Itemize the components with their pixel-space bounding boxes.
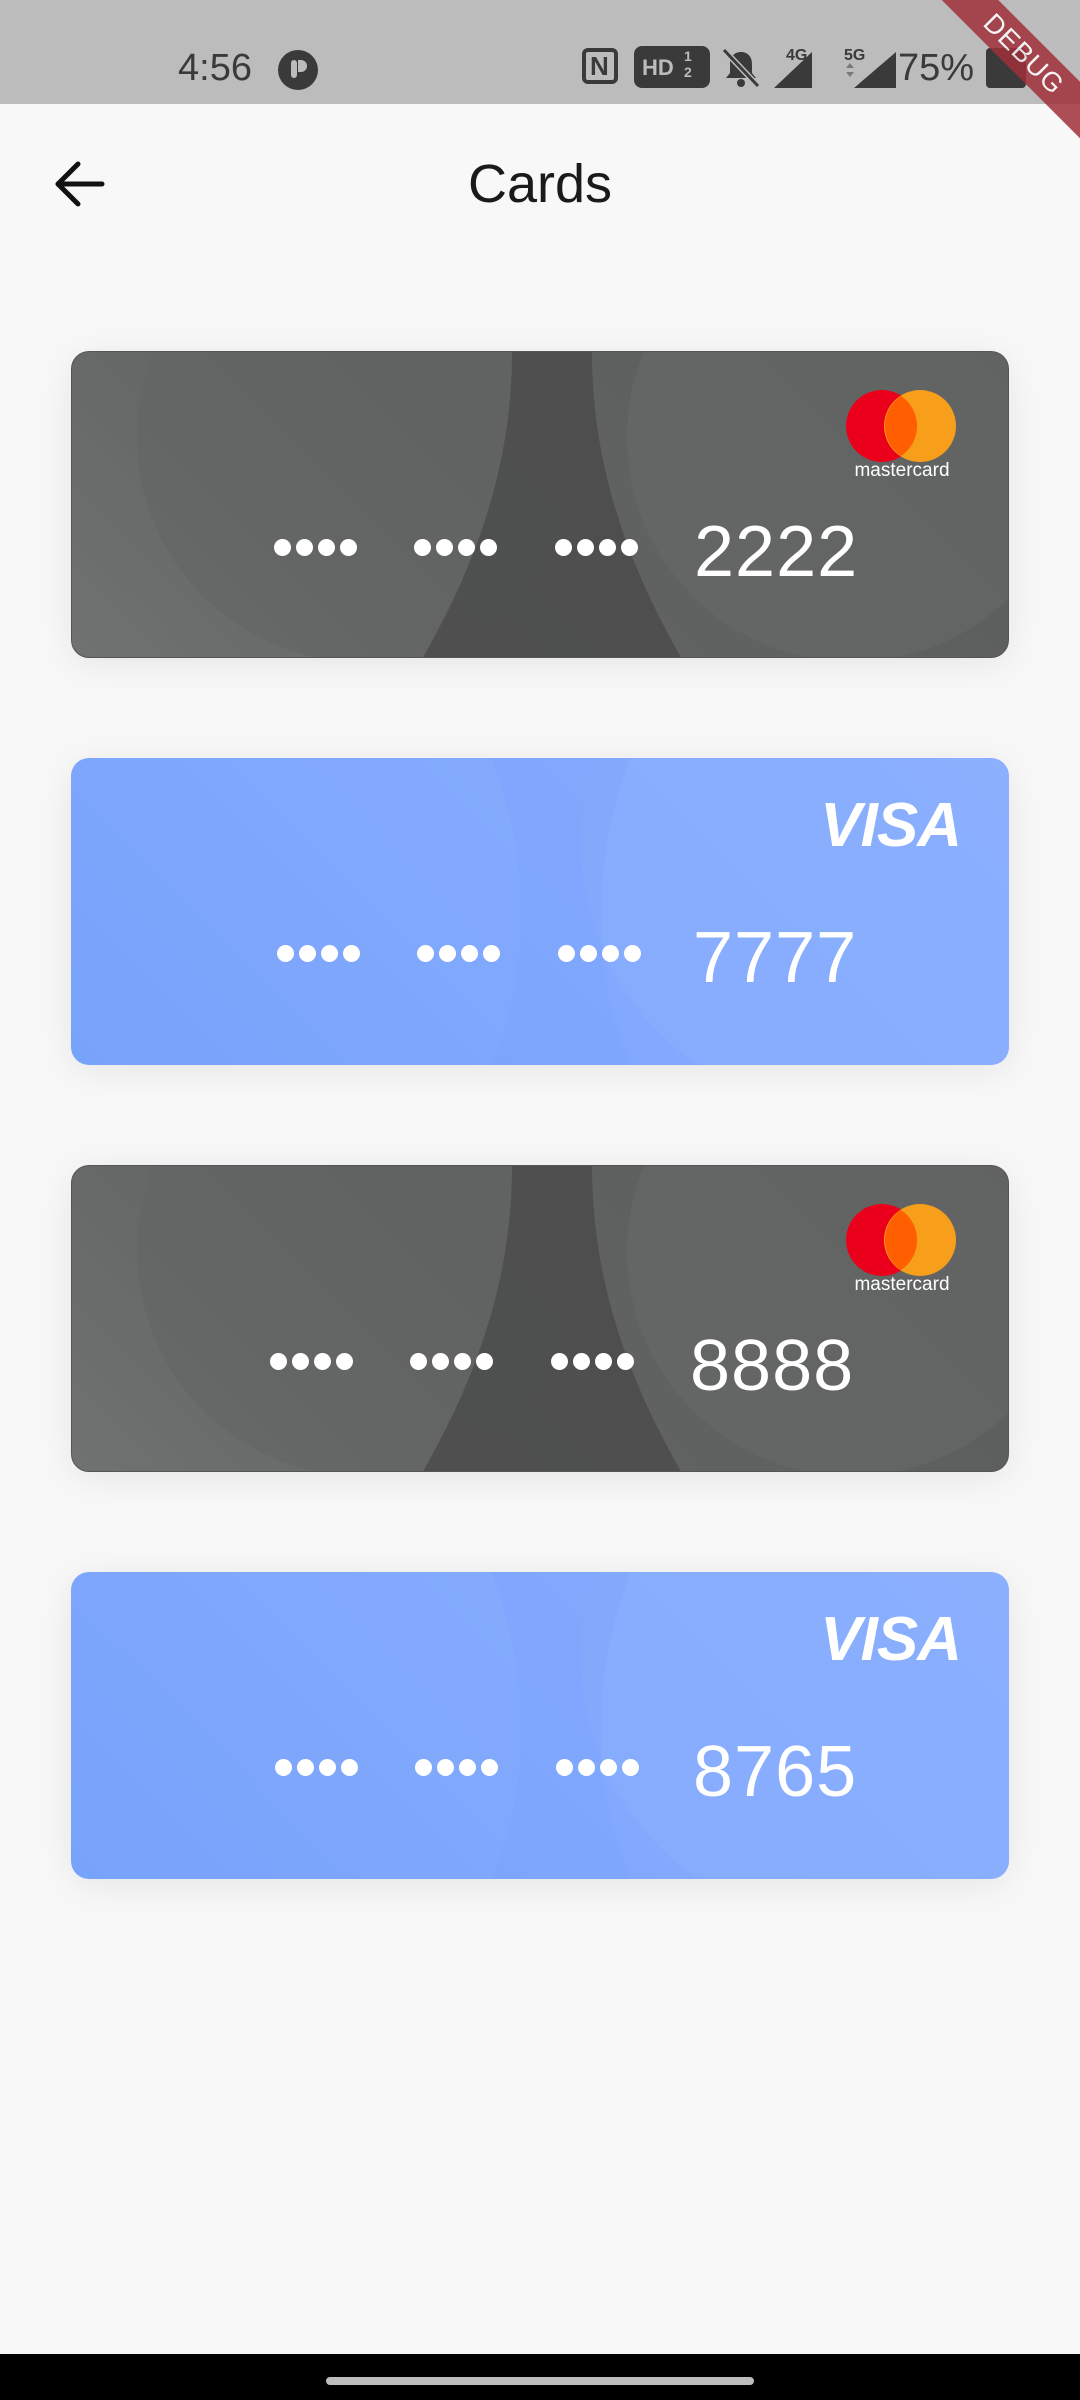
masked-group bbox=[556, 1754, 639, 1782]
status-time: 4:56 bbox=[178, 47, 252, 89]
card-number: 7777 bbox=[71, 918, 1009, 998]
card-visa-8765[interactable]: VISA 8765 bbox=[71, 1572, 1009, 1879]
home-indicator[interactable] bbox=[326, 2377, 754, 2385]
mastercard-label: mastercard bbox=[854, 460, 949, 481]
masked-group bbox=[551, 1348, 634, 1376]
navigation-bar bbox=[0, 2354, 1080, 2400]
masked-group bbox=[275, 1754, 358, 1782]
status-bar: 4:56 HD 12 4G 5G 75% DEBUG bbox=[0, 0, 1080, 153]
app-notification-icon bbox=[278, 50, 318, 90]
card-last4: 7777 bbox=[693, 918, 858, 998]
masked-group bbox=[274, 534, 357, 562]
app-bar: Cards bbox=[0, 104, 1080, 264]
masked-group bbox=[415, 1754, 498, 1782]
signal-5g-label: 5G bbox=[844, 47, 865, 64]
hd-label: HD bbox=[642, 55, 674, 80]
bell-muted-icon bbox=[721, 47, 761, 89]
masked-group bbox=[555, 534, 638, 562]
card-visa-7777[interactable]: VISA 7777 bbox=[71, 758, 1009, 1065]
masked-group bbox=[417, 940, 500, 968]
card-last4: 8765 bbox=[693, 1732, 858, 1812]
mastercard-logo-icon: mastercard bbox=[846, 1204, 956, 1295]
card-number: 2222 bbox=[72, 512, 1008, 592]
mastercard-logo-icon: mastercard bbox=[846, 390, 956, 481]
signal-4g-icon: 4G bbox=[774, 47, 812, 88]
visa-logo-icon: VISA bbox=[820, 791, 962, 860]
masked-group bbox=[558, 940, 641, 968]
card-mastercard-2222[interactable]: mastercard 2222 bbox=[71, 351, 1009, 658]
signal-5g-icon: 5G bbox=[844, 47, 896, 88]
page-title: Cards bbox=[467, 154, 613, 214]
card-number: 8765 bbox=[71, 1732, 1009, 1812]
masked-group bbox=[414, 534, 497, 562]
card-last4: 2222 bbox=[694, 512, 859, 592]
signal-4g-label: 4G bbox=[786, 47, 807, 64]
hd-fraction: 12 bbox=[684, 48, 692, 80]
mastercard-label: mastercard bbox=[854, 1274, 949, 1295]
battery-percent: 75% bbox=[898, 47, 975, 89]
visa-logo-icon: VISA bbox=[820, 1605, 962, 1674]
card-number: 8888 bbox=[72, 1326, 1008, 1406]
hd-voice-icon: HD 12 bbox=[634, 46, 710, 88]
nfc-icon bbox=[582, 48, 618, 84]
card-last4: 8888 bbox=[690, 1326, 855, 1406]
card-mastercard-8888[interactable]: mastercard 8888 bbox=[71, 1165, 1009, 1472]
masked-group bbox=[277, 940, 360, 968]
masked-group bbox=[270, 1348, 353, 1376]
masked-group bbox=[410, 1348, 493, 1376]
